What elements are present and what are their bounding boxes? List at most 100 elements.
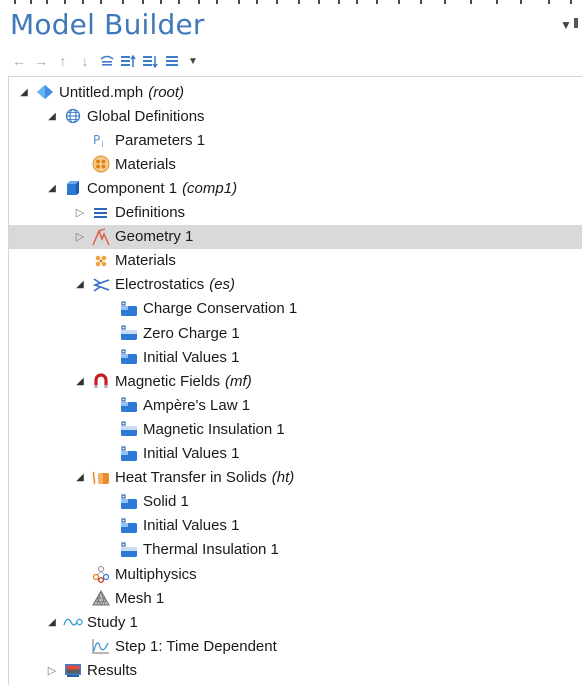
definitions-icon (91, 204, 111, 222)
tree-node-mesh-1[interactable]: Mesh 1 (9, 586, 582, 610)
toolbar-dropdown-icon[interactable]: ▼ (184, 51, 202, 71)
heat-transfer-icon (91, 469, 111, 487)
collapse-toggle-icon[interactable]: ◢ (45, 111, 59, 122)
expand-all-icon[interactable] (140, 51, 162, 71)
tree-node-label: Definitions (115, 204, 186, 221)
panel-pin-icon[interactable] (574, 18, 578, 28)
move-up-icon[interactable]: ↑ (52, 51, 74, 71)
physics-feature-icon (119, 493, 139, 511)
tree-node-label: Heat Transfer in Solids (115, 469, 267, 487)
boundary-condition-icon (119, 420, 139, 438)
mesh-icon (91, 589, 111, 607)
tree-node-label: Global Definitions (87, 107, 205, 125)
tree-node-untitled-mph[interactable]: ◢ Untitled.mph (root) (9, 80, 582, 104)
tree-node-thermal-insulation-1[interactable]: Thermal Insulation 1 (9, 538, 582, 562)
magnet-icon (91, 372, 111, 390)
back-arrow-icon[interactable]: ← (8, 51, 30, 71)
tree-node-label: Initial Values 1 (143, 517, 240, 535)
tree-node-study-1[interactable]: ◢ Study 1 (9, 610, 582, 634)
tree-node-label: Geometry 1 (115, 228, 194, 246)
tree-node-multiphysics[interactable]: Multiphysics (9, 562, 582, 586)
svg-text:P: P (93, 133, 100, 147)
top-border-strip (0, 0, 582, 8)
geometry-icon (91, 228, 111, 246)
collapse-toggle-icon[interactable]: ◢ (45, 617, 59, 628)
tree-node-label: Untitled.mph (59, 83, 144, 101)
svg-text:i: i (102, 140, 104, 148)
physics-feature-icon (119, 348, 139, 366)
model-builder-toolbar: ← → ↑ ↓ ▼ (8, 50, 202, 72)
tree-node-heat-transfer-in-solids[interactable]: ◢ Heat Transfer in Solids (ht) (9, 466, 582, 490)
tree-node-component-1[interactable]: ◢ Component 1 (comp1) (9, 176, 582, 200)
tree-node-label: Magnetic Fields (115, 372, 221, 390)
tree-node-label: Materials (115, 252, 176, 270)
collapse-toggle-icon[interactable]: ◢ (45, 183, 59, 194)
tree-node-magnetic-insulation-1[interactable]: Magnetic Insulation 1 (9, 417, 582, 441)
globe-icon (63, 107, 83, 125)
tree-node-label: Parameters 1 (115, 131, 206, 149)
tree-node-label: Zero Charge 1 (143, 324, 240, 342)
tree-node-definitions[interactable]: ▷ Definitions (9, 201, 582, 225)
tree-node-magnetic-fields[interactable]: ◢ Magnetic Fields (mf) (9, 369, 582, 393)
boundary-condition-icon (119, 324, 139, 342)
tree-node-label: Multiphysics (115, 565, 197, 583)
tree-node-label: Materials (115, 155, 176, 173)
expand-toggle-icon[interactable]: ▷ (73, 230, 87, 243)
collapse-toggle-icon[interactable]: ◢ (73, 472, 87, 483)
tree-node-tag: (comp1) (182, 179, 238, 197)
physics-feature-icon (119, 517, 139, 535)
tree-node-label: Mesh 1 (115, 589, 165, 607)
tree-node-initial-values-1[interactable]: Initial Values 1 (9, 514, 582, 538)
physics-feature-icon (119, 300, 139, 318)
tree-node-global-definitions[interactable]: ◢ Global Definitions (9, 104, 582, 128)
expand-toggle-icon[interactable]: ▷ (45, 664, 59, 677)
model-tree: ◢ Untitled.mph (root) ◢ Global Definitions Pi… (8, 76, 582, 685)
tree-node-label: Charge Conservation 1 (143, 300, 298, 318)
show-more-icon[interactable] (162, 51, 184, 71)
expand-toggle-icon[interactable]: ▷ (73, 206, 87, 219)
tree-node-tag: (es) (209, 276, 236, 294)
tree-node-results[interactable]: ▷ Results (9, 658, 582, 682)
tree-node-tag: (root) (148, 83, 185, 101)
tree-node-parameters-1[interactable]: Pi Parameters 1 (9, 128, 582, 152)
tree-node-label: Solid 1 (143, 493, 189, 511)
tree-node-label: Magnetic Insulation 1 (143, 420, 285, 438)
tree-node-label: Initial Values 1 (143, 348, 240, 366)
materials-icon (91, 252, 111, 270)
panel-title: Model Builder (10, 8, 205, 41)
multiphysics-icon (91, 565, 111, 583)
tree-node-charge-conservation-1[interactable]: Charge Conservation 1 (9, 297, 582, 321)
physics-feature-icon (119, 396, 139, 414)
tree-node-materials[interactable]: Materials (9, 249, 582, 273)
tree-node-label: Study 1 (87, 613, 138, 631)
tree-node-tag: (mf) (225, 372, 252, 390)
tree-node-solid-1[interactable]: Solid 1 (9, 490, 582, 514)
boundary-condition-icon (119, 541, 139, 559)
physics-feature-icon (119, 445, 139, 463)
tree-node-label: Ampère's Law 1 (143, 396, 251, 414)
tree-node-geometry-1[interactable]: ▷ Geometry 1 (9, 224, 582, 249)
tree-node-initial-values-1[interactable]: Initial Values 1 (9, 345, 582, 369)
component-icon (63, 179, 83, 197)
electrostatics-icon (91, 276, 111, 294)
tree-node-step-1-time-dependent[interactable]: Step 1: Time Dependent (9, 634, 582, 658)
tree-node-label: Electrostatics (115, 276, 205, 294)
parameters-icon: Pi (91, 131, 111, 149)
tree-node-initial-values-1[interactable]: Initial Values 1 (9, 442, 582, 466)
tree-node-label: Component 1 (87, 179, 178, 197)
tree-node-materials[interactable]: Materials (9, 152, 582, 176)
model-root-icon (35, 83, 55, 101)
tree-node-amp-re-s-law-1[interactable]: Ampère's Law 1 (9, 393, 582, 417)
show-icon[interactable] (96, 51, 118, 71)
tree-node-zero-charge-1[interactable]: Zero Charge 1 (9, 321, 582, 345)
collapse-toggle-icon[interactable]: ◢ (17, 87, 31, 98)
collapse-toggle-icon[interactable]: ◢ (73, 376, 87, 387)
tree-node-electrostatics[interactable]: ◢ Electrostatics (es) (9, 273, 582, 297)
move-down-icon[interactable]: ↓ (74, 51, 96, 71)
results-icon (63, 661, 83, 679)
collapse-all-icon[interactable] (118, 51, 140, 71)
panel-menu-chevron-down-icon[interactable]: ▼ (560, 18, 572, 32)
study-icon (63, 613, 83, 631)
collapse-toggle-icon[interactable]: ◢ (73, 279, 87, 290)
forward-arrow-icon[interactable]: → (30, 51, 52, 71)
